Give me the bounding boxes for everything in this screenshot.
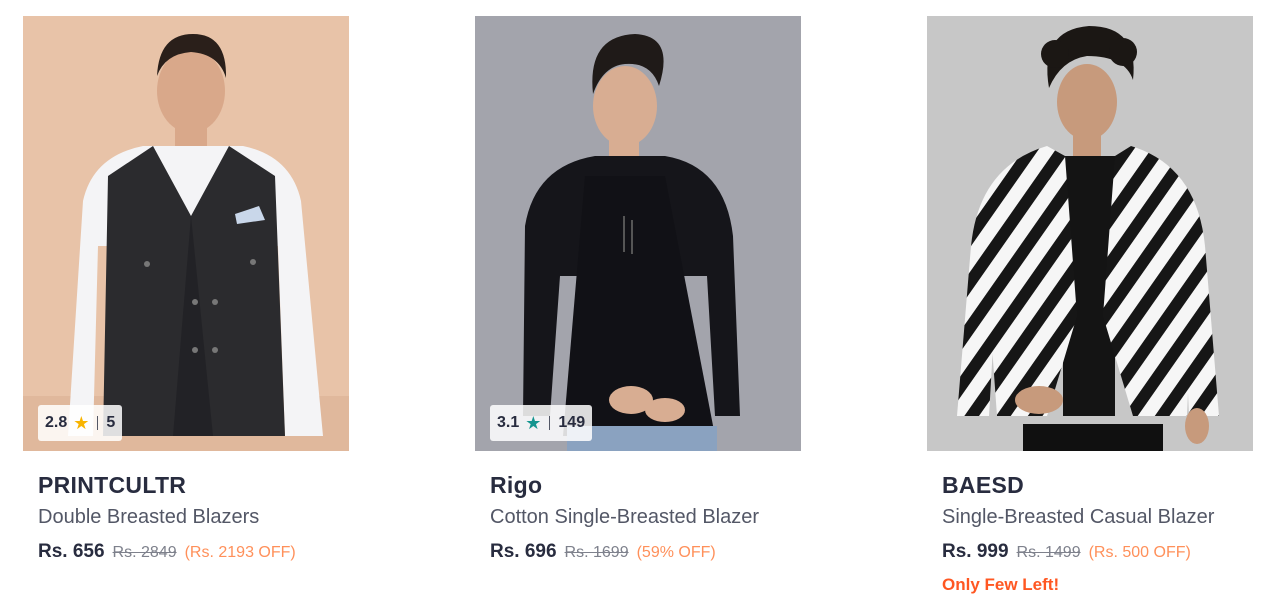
product-card[interactable]: 2.8 ★ 5 PRINTCULTR Double Breasted Blaze… bbox=[23, 16, 349, 563]
product-photo-black-blazer bbox=[475, 16, 801, 451]
rating-count: 149 bbox=[558, 414, 586, 431]
product-card[interactable]: BAESD Single-Breasted Casual Blazer Rs. … bbox=[927, 16, 1253, 595]
rating-count: 5 bbox=[106, 414, 116, 431]
stock-warning: Only Few Left! bbox=[942, 575, 1060, 594]
rating-divider bbox=[549, 416, 551, 430]
product-brand: Rigo bbox=[490, 472, 543, 498]
star-icon: ★ bbox=[73, 413, 90, 433]
original-price: Rs. 2849 bbox=[112, 544, 177, 561]
product-card[interactable]: 3.1 ★ 149 Rigo Cotton Single-Breasted Bl… bbox=[475, 16, 801, 563]
product-image[interactable]: 3.1 ★ 149 bbox=[475, 16, 801, 451]
price-row: Rs. 656 Rs. 2849 (Rs. 2193 OFF) bbox=[38, 541, 334, 563]
product-photo-zebra-blazer bbox=[927, 16, 1253, 451]
original-price: Rs. 1499 bbox=[1016, 544, 1081, 561]
rating-value: 3.1 bbox=[497, 414, 520, 431]
product-image[interactable]: 2.8 ★ 5 bbox=[23, 16, 349, 451]
discounted-price: Rs. 999 bbox=[942, 541, 1009, 562]
product-name: Double Breasted Blazers bbox=[38, 506, 260, 528]
rating-badge: 3.1 ★ 149 bbox=[490, 405, 593, 441]
product-brand: PRINTCULTR bbox=[38, 472, 187, 498]
rating-badge: 2.8 ★ 5 bbox=[38, 405, 123, 441]
discount-label: (Rs. 500 OFF) bbox=[1088, 544, 1191, 561]
discounted-price: Rs. 656 bbox=[38, 541, 105, 562]
original-price: Rs. 1699 bbox=[564, 544, 629, 561]
product-brand: BAESD bbox=[942, 472, 1025, 498]
price-row: Rs. 696 Rs. 1699 (59% OFF) bbox=[490, 541, 786, 563]
rating-divider bbox=[97, 416, 99, 430]
product-photo-vest bbox=[23, 16, 349, 451]
product-name: Single-Breasted Casual Blazer bbox=[942, 506, 1215, 528]
product-grid: 2.8 ★ 5 PRINTCULTR Double Breasted Blaze… bbox=[0, 0, 1280, 604]
star-icon: ★ bbox=[525, 413, 542, 433]
discount-label: (Rs. 2193 OFF) bbox=[184, 544, 296, 561]
discounted-price: Rs. 696 bbox=[490, 541, 557, 562]
product-name: Cotton Single-Breasted Blazer bbox=[490, 506, 760, 528]
price-row: Rs. 999 Rs. 1499 (Rs. 500 OFF) bbox=[942, 541, 1238, 563]
rating-value: 2.8 bbox=[45, 414, 68, 431]
product-image[interactable] bbox=[927, 16, 1253, 451]
discount-label: (59% OFF) bbox=[636, 544, 716, 561]
